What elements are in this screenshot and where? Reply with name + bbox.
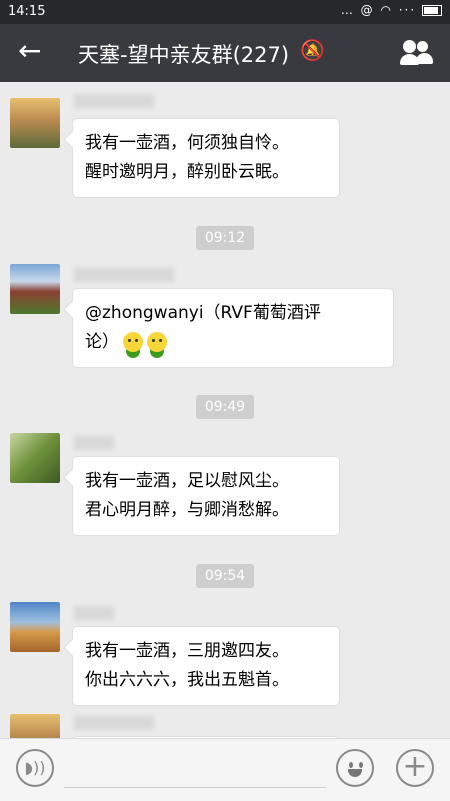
- vineyard-avatar[interactable]: [10, 264, 60, 314]
- blurred-nickname: [74, 268, 174, 282]
- message-input[interactable]: [64, 753, 326, 788]
- message-line: 我有一壶酒，足以慰风尘。: [85, 471, 289, 491]
- message-bubble[interactable]: 我有一壶酒，何须独自怜。 醒时邀明月，醉别卧云眠。: [72, 118, 340, 198]
- chat-title: 天塞-望中亲友群(227): [78, 43, 290, 67]
- timestamp: 09:49: [196, 395, 254, 419]
- blurred-nickname: [74, 436, 114, 450]
- bamboo-avatar[interactable]: [10, 433, 60, 483]
- desert-person-avatar[interactable]: [10, 602, 60, 652]
- bell-off-icon: 🔕: [300, 38, 325, 62]
- group-members-icon[interactable]: [400, 38, 434, 68]
- status-icons: … @ ◠ ···: [341, 3, 442, 17]
- timestamp: 09:12: [196, 226, 254, 250]
- sunset-portrait-avatar[interactable]: [10, 98, 60, 148]
- message-text: 论）: [85, 332, 119, 352]
- message-line: 我有一壶酒，何须独自怜。: [85, 133, 289, 153]
- blurred-nickname: [74, 606, 114, 620]
- blurred-nickname: [74, 716, 154, 730]
- battery-icon: [422, 5, 442, 16]
- status-icons-text: … @ ◠ ···: [340, 3, 417, 17]
- input-bar: ◗)) +: [0, 738, 450, 801]
- plus-icon[interactable]: +: [396, 749, 434, 787]
- message-line: 君心明月醉，与卿消愁解。: [85, 500, 289, 520]
- message-bubble[interactable]: @zhongwanyi（RVF葡萄酒评 论）: [72, 288, 394, 368]
- green-smiley-emoji-icon: [123, 332, 143, 352]
- chat-header: ← 天塞-望中亲友群(227) 🔕: [0, 24, 450, 82]
- sunset-portrait-avatar[interactable]: [10, 714, 60, 738]
- status-time: 14:15: [8, 4, 46, 19]
- green-smiley-emoji-icon: [147, 332, 167, 352]
- smiley-face-icon[interactable]: [336, 749, 374, 787]
- message-line: @zhongwanyi（RVF葡萄酒评: [85, 303, 321, 323]
- back-arrow-icon[interactable]: ←: [18, 36, 41, 66]
- message-line: 我有一壶酒，三朋邀四友。: [85, 641, 289, 661]
- message-line: 论）: [85, 328, 381, 357]
- message-bubble[interactable]: 我有一壶酒，三朋邀四友。 你出六六六，我出五魁首。: [72, 626, 340, 706]
- timestamp: 09:54: [196, 564, 254, 588]
- status-bar: 14:15 … @ ◠ ···: [0, 0, 450, 24]
- blurred-nickname: [74, 94, 154, 108]
- message-list[interactable]: 我有一壶酒，何须独自怜。 醒时邀明月，醉别卧云眠。 09:12 @zhongwa…: [0, 82, 450, 738]
- message-bubble[interactable]: 我有一壶酒，足以慰风尘。 君心明月醉，与卿消愁解。: [72, 456, 340, 536]
- message-line: 你出六六六，我出五魁首。: [85, 670, 289, 690]
- voice-input-icon[interactable]: ◗)): [16, 749, 54, 787]
- message-line: 醒时邀明月，醉别卧云眠。: [85, 162, 289, 182]
